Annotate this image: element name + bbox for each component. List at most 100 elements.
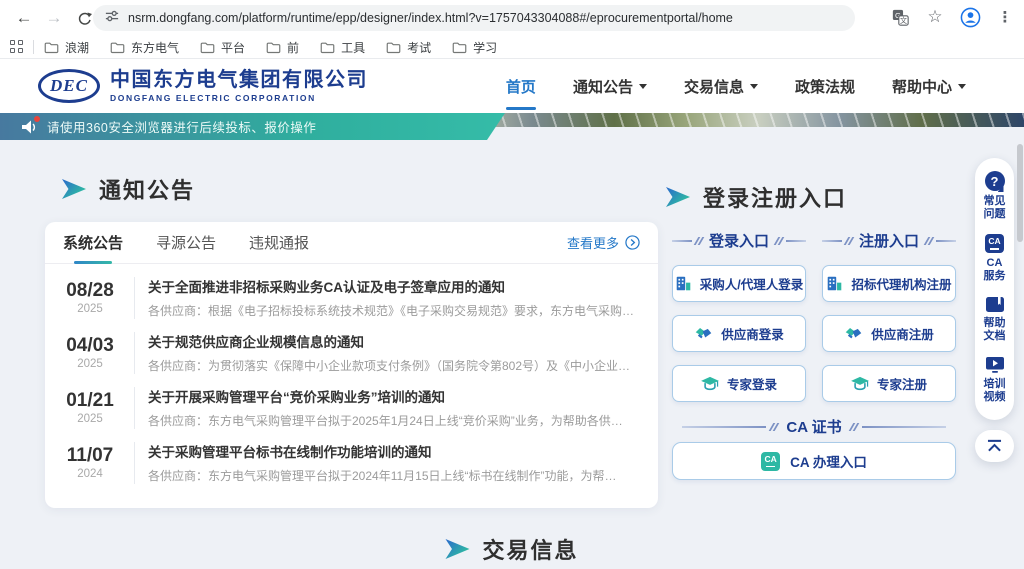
folder-icon — [200, 41, 215, 54]
scrollbar-thumb[interactable] — [1017, 144, 1023, 242]
notice-date: 01/21 2025 — [59, 390, 121, 425]
view-more-link[interactable]: 查看更多 — [567, 233, 640, 252]
browser-menu-icon[interactable]: ⋮ — [994, 6, 1016, 28]
nav-item-help-center[interactable]: 帮助中心 — [892, 59, 966, 113]
bookmark-folder-qian[interactable]: 前 — [266, 39, 299, 56]
handshake-icon — [694, 327, 713, 341]
graduation-cap-icon — [701, 376, 719, 392]
url-text: nsrm.dongfang.com/platform/runtime/epp/d… — [128, 11, 733, 25]
section-arrow-icon — [666, 187, 690, 207]
chevron-down-icon — [750, 84, 758, 89]
notice-desc: 各供应商：根据《电子招标投标系统技术规范》《电子采购交易规范》要求，东方电气采购… — [148, 302, 642, 319]
divider — [134, 387, 135, 429]
question-icon: ? — [985, 171, 1005, 191]
ca-service-item[interactable]: CA CA 服务 — [983, 234, 1007, 283]
notice-desc: 各供应商：为贯彻落实《保障中小企业款项支付条例》（国务院令第802号）及《中小企… — [148, 357, 642, 374]
tab-violation-reports[interactable]: 违规通报 — [249, 222, 309, 264]
notice-title[interactable]: 关于规范供应商企业规模信息的通知 — [148, 331, 642, 351]
handshake-icon — [844, 327, 863, 341]
back-button[interactable]: ← — [12, 6, 36, 30]
circle-chevron-icon — [625, 235, 640, 250]
notice-title[interactable]: 关于全面推进非招标采购业务CA认证及电子签章应用的通知 — [148, 276, 642, 296]
nav-item-notices[interactable]: 通知公告 — [573, 59, 647, 113]
profile-avatar-icon[interactable] — [959, 6, 981, 28]
url-bar[interactable]: nsrm.dongfang.com/platform/runtime/epp/d… — [93, 5, 855, 31]
nav-item-policies[interactable]: 政策法规 — [795, 59, 855, 113]
notice-date: 11/07 2024 — [59, 445, 121, 480]
ca-certificate-group-label: CA 证书 — [672, 416, 956, 437]
ca-badge-icon: CA — [761, 452, 780, 471]
company-name-en: DONGFANG ELECTRIC CORPORATION — [110, 93, 368, 103]
forward-button[interactable]: → — [42, 6, 66, 30]
login-group-label: 登录入口 — [672, 230, 806, 251]
nav-item-home[interactable]: 首页 — [506, 59, 536, 113]
tab-sourcing-notices[interactable]: 寻源公告 — [156, 222, 216, 264]
translate-icon[interactable]: G文 — [889, 6, 911, 28]
notice-row[interactable]: 11/07 2024 关于采购管理平台标书在线制作功能培训的通知 各供应商：东方… — [59, 435, 642, 490]
browser-toolbar: ← → nsrm.dongfang.com/platform/runtime/e… — [0, 0, 1024, 36]
notification-dot — [34, 116, 40, 122]
bookmark-folder-xuexi[interactable]: 学习 — [452, 39, 497, 56]
supplier-register-button[interactable]: 供应商注册 — [822, 315, 956, 352]
register-group-label: 注册入口 — [822, 230, 956, 251]
notice-date: 08/28 2025 — [59, 280, 121, 315]
collapse-to-top-button[interactable] — [975, 430, 1014, 462]
supplier-login-button[interactable]: 供应商登录 — [672, 315, 806, 352]
video-icon — [985, 356, 1005, 374]
dec-logo-icon: DEC — [38, 69, 100, 103]
tab-system-notices[interactable]: 系统公告 — [63, 222, 123, 264]
bookmarks-bar: 浪潮 东方电气 平台 前 工具 考试 学习 — [0, 36, 1024, 59]
bookmark-folder-kaoshi[interactable]: 考试 — [386, 39, 431, 56]
apps-grid-icon[interactable] — [10, 40, 24, 54]
notice-date: 04/03 2025 — [59, 335, 121, 370]
bookmark-folder-langchao[interactable]: 浪潮 — [44, 39, 89, 56]
floating-side-toolbar: ? 常见问题 CA CA 服务 帮助文档 培训视频 — [975, 158, 1014, 420]
chevron-down-icon — [958, 84, 966, 89]
bookmark-folder-dongfang[interactable]: 东方电气 — [110, 39, 179, 56]
svg-text:文: 文 — [899, 16, 906, 25]
buyer-agent-login-button[interactable]: 采购人/代理人登录 — [672, 265, 806, 302]
section-arrow-icon — [62, 179, 86, 199]
notice-row[interactable]: 04/03 2025 关于规范供应商企业规模信息的通知 各供应商：为贯彻落实《保… — [59, 325, 642, 380]
notice-row[interactable]: 01/21 2025 关于开展采购管理平台“竞价采购业务”培训的通知 各供应商：… — [59, 380, 642, 435]
bookmark-folder-gongju[interactable]: 工具 — [320, 39, 365, 56]
expert-register-button[interactable]: 专家注册 — [822, 365, 956, 402]
company-names: 中国东方电气集团有限公司 DONGFANG ELECTRIC CORPORATI… — [110, 69, 368, 103]
folder-icon — [452, 41, 467, 54]
main-nav: 首页 通知公告 交易信息 政策法规 帮助中心 — [506, 59, 966, 113]
notice-desc: 各供应商：东方电气采购管理平台拟于2024年11月15日上线“标书在线制作”功能… — [148, 467, 642, 484]
site-header: DEC 中国东方电气集团有限公司 DONGFANG ELECTRIC CORPO… — [0, 59, 1024, 113]
ribbon-text: 请使用360安全浏览器进行后续投标、报价操作 — [47, 117, 316, 136]
divider — [134, 277, 135, 319]
toolbar-actions: G文 ☆ ⋮ — [889, 6, 1016, 28]
folder-icon — [266, 41, 281, 54]
folder-icon — [110, 41, 125, 54]
notice-title[interactable]: 关于开展采购管理平台“竞价采购业务”培训的通知 — [148, 386, 642, 406]
notices-card: 系统公告 寻源公告 违规通报 查看更多 08/28 2025 — [45, 222, 658, 508]
notice-desc: 各供应商：东方电气采购管理平台拟于2025年1月24日上线“竞价采购”业务，为帮… — [148, 412, 642, 429]
building-icon — [826, 275, 843, 292]
nav-item-trade-info[interactable]: 交易信息 — [684, 59, 758, 113]
site-settings-icon[interactable] — [105, 9, 119, 28]
chevron-down-icon — [639, 84, 647, 89]
document-icon — [985, 296, 1005, 313]
expert-login-button[interactable]: 专家登录 — [672, 365, 806, 402]
speaker-icon — [20, 118, 38, 136]
bookmark-folder-pingtai[interactable]: 平台 — [200, 39, 245, 56]
faq-item[interactable]: ? 常见问题 — [983, 171, 1007, 221]
notice-title[interactable]: 关于采购管理平台标书在线制作功能培训的通知 — [148, 441, 642, 461]
bookmarks-separator — [33, 40, 34, 54]
training-videos-item[interactable]: 培训视频 — [983, 356, 1007, 404]
divider — [134, 332, 135, 374]
company-name-cn: 中国东方电气集团有限公司 — [110, 69, 368, 91]
active-underline — [506, 107, 536, 110]
bidding-agency-register-button[interactable]: 招标代理机构注册 — [822, 265, 956, 302]
graduation-cap-icon — [851, 376, 869, 392]
tab-underline — [74, 261, 112, 264]
notice-row[interactable]: 08/28 2025 关于全面推进非招标采购业务CA认证及电子签章应用的通知 各… — [59, 270, 642, 325]
bookmark-star-icon[interactable]: ☆ — [924, 6, 946, 28]
folder-icon — [386, 41, 401, 54]
help-docs-item[interactable]: 帮助文档 — [983, 296, 1007, 343]
ca-apply-button[interactable]: CA CA 办理入口 — [672, 442, 956, 480]
company-logo[interactable]: DEC 中国东方电气集团有限公司 DONGFANG ELECTRIC CORPO… — [38, 69, 368, 103]
